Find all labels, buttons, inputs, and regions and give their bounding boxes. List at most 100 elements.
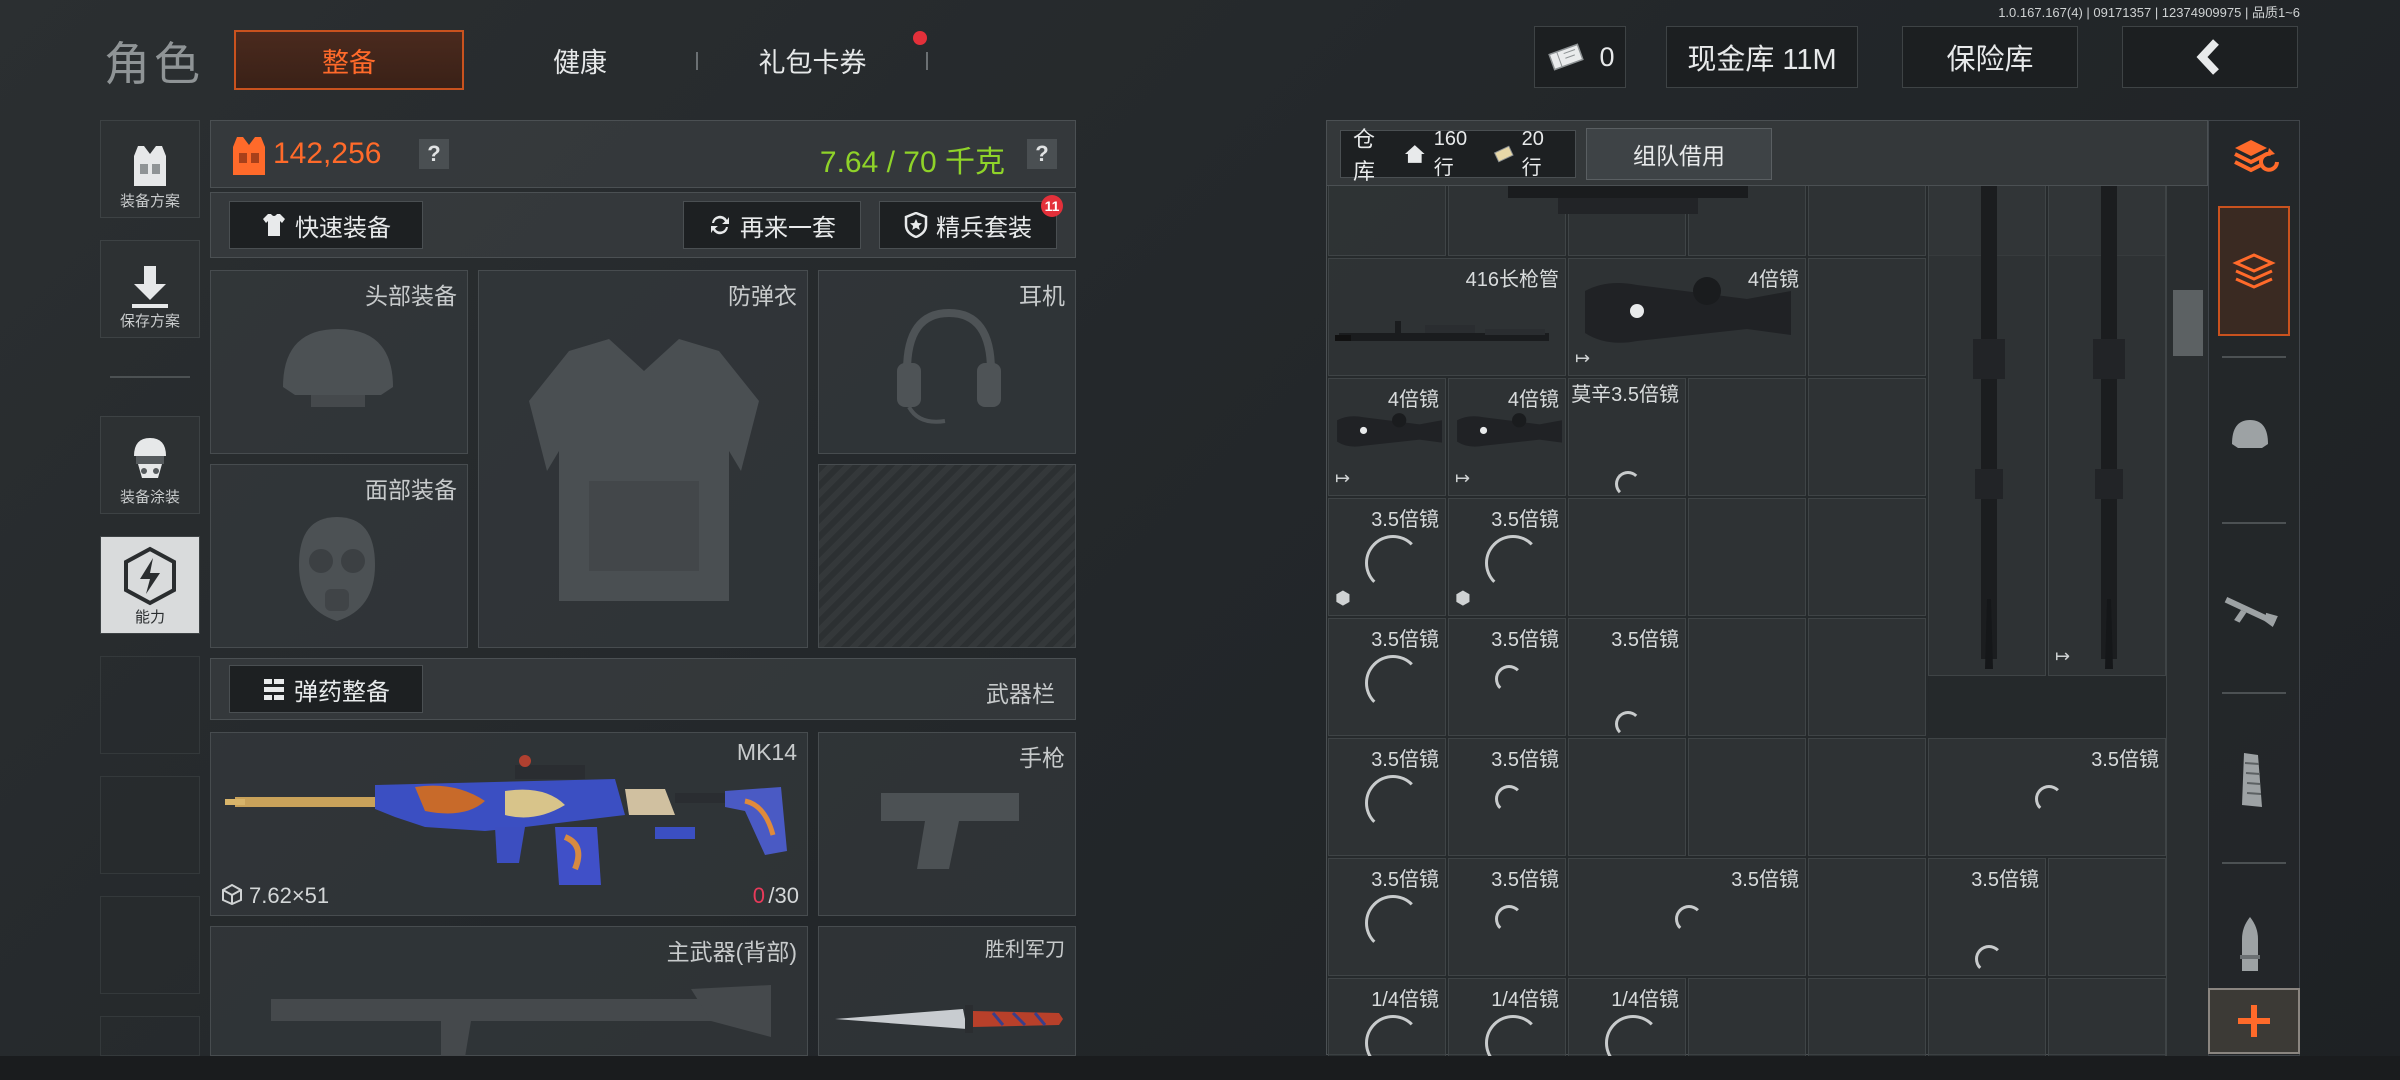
empty-sidebar-slot: [100, 776, 200, 874]
item-3.5x-scope[interactable]: 3.5倍镜: [1448, 618, 1566, 736]
warehouse-scrollbar[interactable]: [2166, 186, 2208, 1056]
ticket-count: 0: [1599, 41, 1615, 72]
sidebar-label: 装备涂装: [119, 489, 180, 506]
item-3.5x-scope[interactable]: 3.5倍镜: [1448, 858, 1566, 976]
headset-slot[interactable]: 耳机: [818, 270, 1076, 454]
body-armor-icon: [529, 339, 759, 601]
grid-cell: [1808, 618, 1926, 736]
item-mosin-scope[interactable]: 莫辛3.5倍镜: [1568, 378, 1686, 497]
quick-equip-button[interactable]: 快速装备: [229, 201, 423, 249]
plus-icon: [2238, 1005, 2270, 1037]
tab-loadout[interactable]: 整备: [234, 30, 464, 90]
secondary-weapon-slot[interactable]: 主武器(背部): [210, 926, 808, 1057]
cash-vault-button[interactable]: 现金库 11M: [1666, 26, 1858, 88]
armor-slot-label: 防弹衣: [728, 283, 797, 309]
item-3.5x-scope[interactable]: 3.5倍镜: [1448, 738, 1566, 856]
item-3.5x-scope[interactable]: 3.5倍镜: [1328, 858, 1446, 976]
item-3.5x-scope[interactable]: 3.5倍镜 ⬢: [1448, 498, 1566, 616]
item-3.5x-scope[interactable]: 3.5倍镜: [1568, 858, 1806, 976]
lightning-hexagon-icon: [124, 546, 176, 606]
ammo-list-icon: [264, 679, 284, 700]
add-category-button[interactable]: [2208, 988, 2300, 1054]
grid-cell: [1808, 498, 1926, 616]
item-long-rail-2[interactable]: ↦: [2048, 186, 2166, 676]
armor-slot[interactable]: 防弹衣: [478, 270, 808, 648]
item-3.5x-scope[interactable]: 3.5倍镜 ⬢: [1328, 498, 1446, 616]
tab-divider: [926, 52, 928, 70]
ability-button[interactable]: 能力: [100, 536, 200, 634]
loading-spinner: [1605, 1015, 1661, 1056]
item-3.5x-scope[interactable]: 3.5倍镜: [1568, 618, 1686, 737]
grid-cell: [1808, 978, 1926, 1056]
page-title: 角色: [104, 38, 204, 90]
layers-icon: [2232, 253, 2276, 289]
item-quarter-scope[interactable]: 1/4倍镜: [1448, 978, 1566, 1056]
item-4x-scope[interactable]: 4倍镜 ↦: [1448, 378, 1566, 496]
item-4x-scope[interactable]: 4倍镜 ↦: [1328, 378, 1446, 496]
stats-bar: 142,256 ? 7.64 / 70 千克 ?: [210, 120, 1076, 188]
sidebar-label: 能力: [134, 609, 165, 626]
ammo-current: 0: [752, 883, 765, 908]
grid-cell: [1808, 258, 1926, 376]
tab-health[interactable]: 健康: [500, 30, 660, 90]
item-4x-scope[interactable]: 4倍镜 ↦: [1568, 258, 1806, 376]
primary-weapon-slot[interactable]: MK14 7.62×51 0 /30: [210, 732, 808, 916]
team-borrow-button[interactable]: 组队借用: [1586, 128, 1772, 180]
face-slot[interactable]: 面部装备: [210, 464, 468, 648]
back-arrow-icon: [2196, 39, 2219, 75]
face-slot-label: 面部装备: [365, 477, 457, 503]
ticket-currency[interactable]: 0: [1534, 26, 1626, 88]
category-weapon[interactable]: [2214, 572, 2286, 652]
back-button[interactable]: [2122, 26, 2298, 88]
category-ammo[interactable]: [2214, 900, 2286, 990]
elite-set-button[interactable]: 精兵套装: [879, 201, 1057, 249]
item-3.5x-scope[interactable]: 3.5倍镜: [1928, 738, 2166, 856]
melee-slot-label: 胜利军刀: [985, 939, 1065, 961]
item-3.5x-scope[interactable]: 3.5倍镜: [1328, 738, 1446, 856]
category-divider: [2222, 522, 2286, 524]
grid-cell: [1688, 498, 1806, 616]
refresh-icon: [711, 215, 729, 235]
item-label: 1/4倍镜: [1611, 989, 1679, 1011]
item-3.5x-scope[interactable]: 3.5倍镜: [1328, 618, 1446, 736]
item-quarter-scope[interactable]: 1/4倍镜: [1568, 978, 1686, 1056]
scrollbar-thumb[interactable]: [2173, 290, 2203, 356]
category-all[interactable]: [2218, 206, 2290, 336]
ammo-box-icon: [222, 883, 242, 905]
category-magazine[interactable]: [2214, 736, 2286, 826]
grid-cell: [1808, 738, 1926, 856]
loading-spinner: [1615, 711, 1641, 737]
vest-value-icon: [233, 137, 265, 175]
loading-spinner: [1675, 905, 1703, 933]
notification-dot: [913, 31, 927, 45]
item-long-barrel[interactable]: 416长枪管: [1328, 258, 1566, 376]
equip-again-button[interactable]: 再来一套: [683, 201, 861, 249]
item-quarter-scope[interactable]: 1/4倍镜: [1328, 978, 1446, 1056]
rifle-part-icon[interactable]: [1498, 186, 1758, 226]
paint-skin-button[interactable]: 装备涂装: [100, 416, 200, 514]
safe-vault-button[interactable]: 保险库: [1902, 26, 2078, 88]
item-label: 416长枪管: [1465, 269, 1559, 291]
item-long-rail-1[interactable]: [1928, 186, 2046, 676]
category-helmet[interactable]: [2214, 396, 2286, 476]
equip-again-label: 再来一套: [740, 214, 836, 242]
head-slot[interactable]: 头部装备: [210, 270, 468, 454]
save-plan-button[interactable]: 保存方案: [100, 240, 200, 338]
value-help-button[interactable]: ?: [419, 139, 449, 169]
sort-stack-button[interactable]: [2220, 124, 2292, 188]
head-slot-label: 头部装备: [365, 283, 457, 309]
secondary-weapon-label: 主武器(背部): [666, 939, 797, 965]
warehouse-rows: 160行: [1433, 128, 1468, 179]
loadout-plan-button[interactable]: 装备方案: [100, 120, 200, 218]
item-3.5x-scope[interactable]: 3.5倍镜: [1928, 858, 2046, 976]
grid-cell: [2048, 858, 2166, 976]
elite-set-label: 精兵套装: [936, 214, 1032, 242]
melee-slot[interactable]: 胜利军刀: [818, 926, 1076, 1056]
weight-help-button[interactable]: ?: [1027, 139, 1057, 169]
pistol-slot[interactable]: 手枪: [818, 732, 1076, 916]
warehouse-capacity[interactable]: 仓库 160行 20行: [1340, 127, 1576, 184]
pistol-slot-label: 手枪: [1019, 745, 1065, 771]
tab-gift-coupons[interactable]: 礼包卡券: [730, 30, 895, 90]
item-label: 莫辛3.5倍镜: [1571, 384, 1679, 406]
ammo-prep-button[interactable]: 弹药整备: [229, 665, 423, 713]
